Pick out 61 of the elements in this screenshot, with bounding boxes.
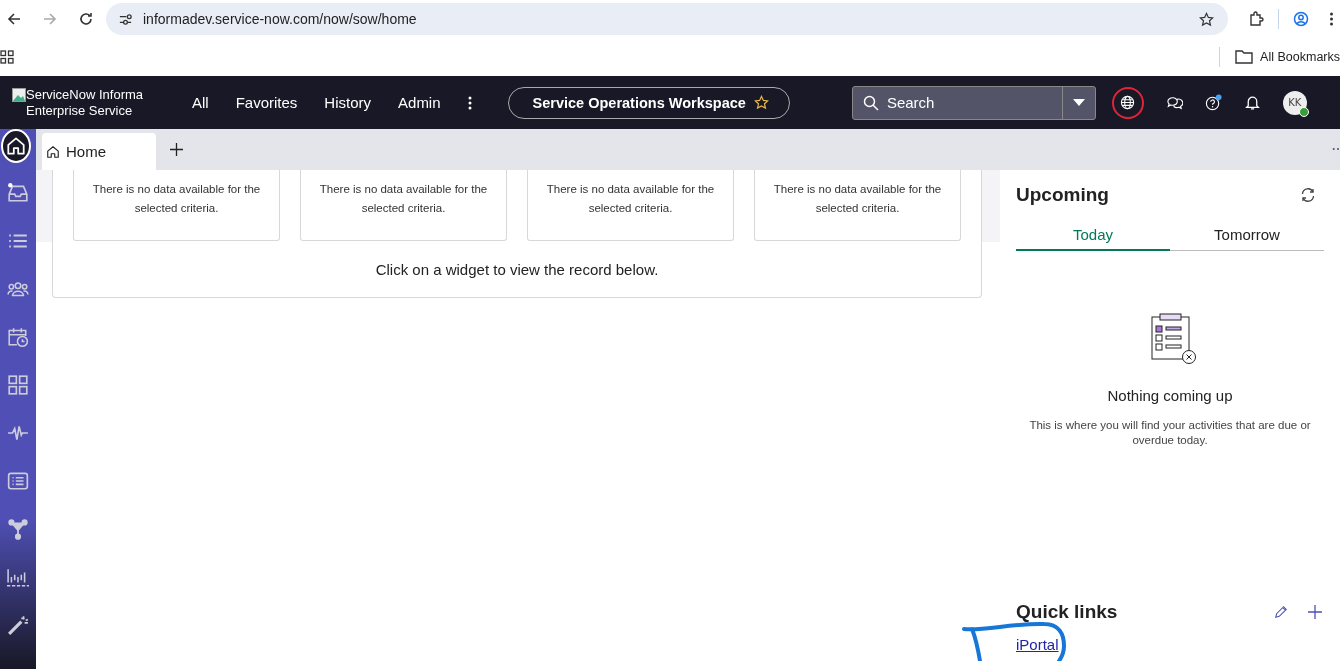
- no-data-message: There is no data available for the selected criteria.: [546, 183, 715, 214]
- branch-icon: [7, 518, 29, 540]
- widget-card[interactable]: There is no data available for the selected criteria.: [73, 170, 280, 241]
- no-data-message: There is no data available for the selected criteria.: [319, 183, 488, 214]
- broken-logo-image[interactable]: ServiceNow Informa Enterprise Service: [0, 86, 162, 119]
- back-icon[interactable]: [6, 11, 22, 27]
- bar-chart-icon: [7, 566, 29, 588]
- workspace-tab[interactable]: Home: [42, 133, 156, 170]
- more-icon[interactable]: [467, 95, 472, 110]
- widget-card[interactable]: There is no data available for the selected criteria.: [754, 170, 961, 241]
- folder-icon: [1235, 50, 1254, 64]
- sidebar-item[interactable]: [1, 129, 31, 163]
- reload-icon[interactable]: [78, 11, 94, 27]
- quick-links-heading: Quick links: [1016, 601, 1119, 623]
- globe-icon: [1120, 95, 1136, 110]
- extensions-icon[interactable]: [1248, 11, 1264, 27]
- address-bar[interactable]: informadev.service-now.com/now/sow/home: [106, 3, 1228, 35]
- refresh-icon[interactable]: [1300, 187, 1316, 203]
- search-field[interactable]: Search: [886, 88, 1062, 117]
- widget-card[interactable]: There is no data available for the selected criteria.: [300, 170, 507, 241]
- upcoming-tab[interactable]: Tomorrow: [1170, 226, 1324, 250]
- menu-icon[interactable]: [1329, 11, 1334, 27]
- widget-hint: Click on a widget to view the record below.: [374, 261, 660, 278]
- notification-bell-icon[interactable]: [1243, 94, 1261, 111]
- url-text: informadev.service-now.com/now/sow/home: [143, 11, 418, 27]
- chat-icon[interactable]: [1165, 94, 1183, 111]
- calendar-clock-icon: [7, 326, 29, 348]
- search-bar[interactable]: Search: [851, 85, 1096, 120]
- home-icon: [46, 144, 60, 159]
- quick-link[interactable]: iPortal: [1016, 636, 1059, 653]
- empty-state-text: This is where you will find your activities that are due or overdue today.: [1028, 418, 1312, 448]
- profile-icon[interactable]: [1293, 11, 1309, 27]
- inbox-icon: [7, 182, 29, 204]
- upcoming-heading: Upcoming: [1016, 184, 1109, 206]
- favorite-star-icon[interactable]: [753, 95, 769, 110]
- pencil-icon[interactable]: [1274, 605, 1288, 619]
- empty-state-title: Nothing coming up: [1107, 387, 1233, 404]
- widget-card[interactable]: There is no data available for the selected criteria.: [527, 170, 734, 241]
- help-icon[interactable]: [1204, 94, 1222, 111]
- nav-menu-item[interactable]: Admin: [398, 94, 441, 111]
- no-data-message: There is no data available for the selected criteria.: [92, 183, 261, 214]
- upcoming-tab[interactable]: Today: [1016, 226, 1170, 251]
- nav-menu-item[interactable]: History: [324, 94, 372, 111]
- home-icon: [5, 135, 27, 157]
- globe-button[interactable]: [1111, 86, 1144, 119]
- nav-menu-item[interactable]: All: [192, 94, 209, 111]
- all-bookmarks-button[interactable]: All Bookmarks: [1235, 50, 1340, 64]
- grid-icon: [7, 374, 29, 396]
- add-icon[interactable]: [1308, 605, 1322, 619]
- apps-icon[interactable]: [0, 50, 14, 64]
- online-status-dot: [1298, 106, 1309, 117]
- dropdown-caret-icon[interactable]: [1072, 98, 1085, 107]
- nav-menu-item[interactable]: Favorites: [235, 94, 298, 111]
- bookmark-star-icon[interactable]: [1199, 11, 1214, 27]
- site-settings-icon[interactable]: [118, 11, 133, 27]
- add-tab-icon[interactable]: [170, 143, 183, 156]
- user-avatar[interactable]: KK: [1282, 90, 1307, 115]
- no-data-message: There is no data available for the selected criteria.: [773, 183, 942, 214]
- magic-wand-icon: [7, 614, 29, 636]
- list-card-icon: [7, 470, 29, 492]
- search-icon: [862, 94, 879, 111]
